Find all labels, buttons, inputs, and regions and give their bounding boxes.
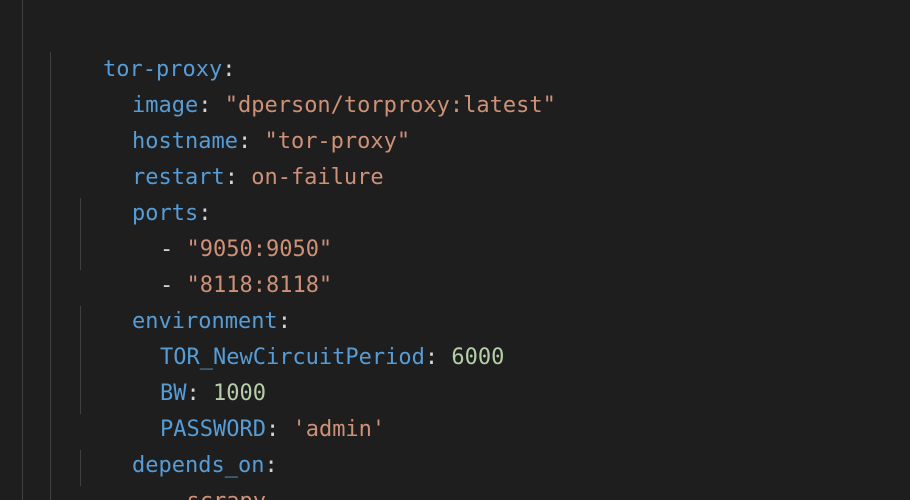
code-line: depends_on: xyxy=(79,412,278,478)
code-editor[interactable]: tor-proxy: image: "dperson/torproxy:late… xyxy=(0,0,910,500)
yaml-string-value: 'admin' xyxy=(292,417,386,442)
yaml-number-value: 6000 xyxy=(451,345,505,370)
code-line: PASSWORD: 'admin' xyxy=(107,376,385,442)
code-line: BW: 1000 xyxy=(107,340,266,406)
yaml-plain-value: on-failure xyxy=(251,165,384,190)
indent-guide-root xyxy=(22,0,23,500)
code-line: TOR_NewCircuitPeriod: 6000 xyxy=(107,304,504,370)
yaml-plain-value: scrapy xyxy=(186,489,265,500)
yaml-colon: : xyxy=(424,345,439,370)
code-line: tor-proxy: xyxy=(50,16,235,82)
code-line: hostname: "tor-proxy" xyxy=(79,88,410,154)
code-line: restart: on-failure xyxy=(79,124,384,190)
code-line: - "9050:9050" xyxy=(107,196,332,262)
code-line: ports: xyxy=(79,160,211,226)
code-line: image: "dperson/torproxy:latest" xyxy=(79,52,556,118)
yaml-colon: : xyxy=(264,453,278,478)
yaml-list-dash: - xyxy=(160,489,173,500)
code-line: environment: xyxy=(79,268,291,334)
code-line: - scrapy xyxy=(107,448,266,500)
yaml-colon: : xyxy=(224,165,238,190)
code-line: - "8118:8118" xyxy=(107,232,332,298)
